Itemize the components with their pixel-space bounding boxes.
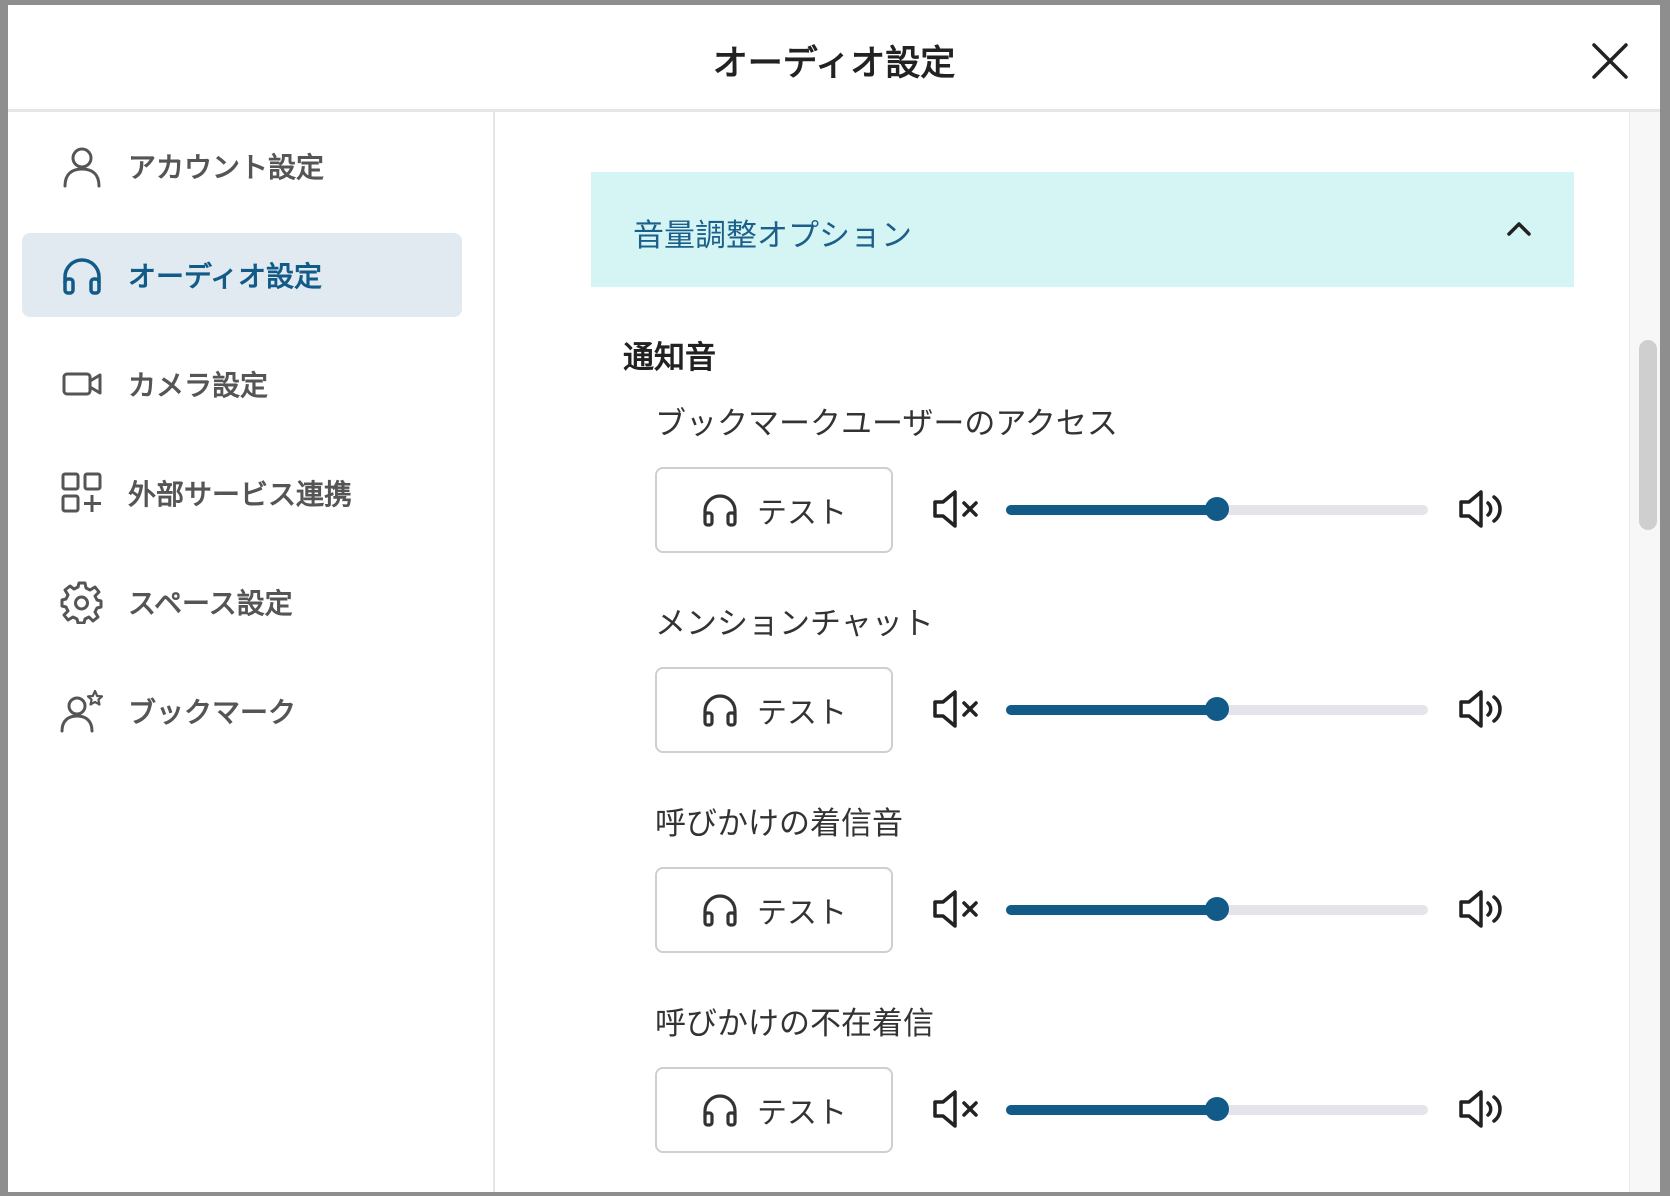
volume-up-icon[interactable]: [1457, 887, 1509, 931]
sound-label: 呼びかけの不在着信: [655, 1006, 934, 1042]
sidebar-item-label: 外部サービス連携: [128, 478, 353, 511]
slider-thumb[interactable]: [1205, 1097, 1229, 1121]
volume-slider[interactable]: [1006, 895, 1428, 925]
headphones-icon: [703, 694, 737, 727]
volume-slider[interactable]: [1006, 495, 1428, 525]
scrollbar[interactable]: [1629, 112, 1660, 1192]
volume-mute-icon[interactable]: [931, 1087, 983, 1131]
headphones-icon: [63, 258, 101, 295]
test-button[interactable]: テスト: [655, 867, 893, 953]
slider-fill: [1006, 505, 1217, 515]
volume-mute-icon[interactable]: [931, 487, 983, 531]
section-title: 通知音: [623, 340, 716, 376]
apps-add-icon: [61, 472, 102, 513]
slider-thumb[interactable]: [1205, 897, 1229, 921]
sidebar-item-account[interactable]: アカウント設定: [22, 124, 462, 208]
sidebar-item-audio[interactable]: オーディオ設定: [22, 233, 462, 317]
settings-sidebar: アカウント設定 オーディオ設定 カメラ設定 外部サービス連携 スペース設定 ブッ…: [8, 112, 495, 1192]
volume-mute-icon[interactable]: [931, 887, 983, 931]
settings-content: 音量調整オプション 通知音 ブックマークユーザーのアクセス テスト メンションチ…: [495, 112, 1630, 1192]
scrollbar-thumb[interactable]: [1639, 340, 1657, 530]
sidebar-item-label: アカウント設定: [128, 151, 325, 184]
sound-label: メンションチャット: [655, 606, 934, 642]
user-star-icon: [60, 689, 104, 733]
accordion-title: 音量調整オプション: [633, 218, 912, 254]
sound-label: ブックマークユーザーのアクセス: [655, 406, 1118, 442]
test-button-label: テスト: [757, 496, 847, 531]
dialog-title: オーディオ設定: [712, 44, 956, 84]
test-button[interactable]: テスト: [655, 467, 893, 553]
chevron-up-icon[interactable]: [1504, 214, 1534, 244]
headphones-icon: [703, 894, 737, 927]
sidebar-item-label: カメラ設定: [128, 369, 269, 402]
headphones-icon: [703, 1094, 737, 1127]
volume-mute-icon[interactable]: [931, 687, 983, 731]
volume-slider[interactable]: [1006, 695, 1428, 725]
test-button[interactable]: テスト: [655, 1067, 893, 1153]
sidebar-item-bookmark[interactable]: ブックマーク: [22, 669, 462, 753]
sidebar-item-label: スペース設定: [128, 587, 293, 620]
user-icon: [63, 147, 101, 188]
test-button-label: テスト: [757, 1096, 847, 1131]
sidebar-item-integrations[interactable]: 外部サービス連携: [22, 451, 462, 535]
test-button[interactable]: テスト: [655, 667, 893, 753]
sidebar-item-label: オーディオ設定: [128, 260, 323, 293]
slider-thumb[interactable]: [1205, 697, 1229, 721]
volume-up-icon[interactable]: [1457, 687, 1509, 731]
sidebar-item-label: ブックマーク: [128, 696, 297, 729]
sidebar-item-space[interactable]: スペース設定: [22, 560, 462, 644]
volume-up-icon[interactable]: [1457, 1087, 1509, 1131]
slider-thumb[interactable]: [1205, 497, 1229, 521]
slider-fill: [1006, 905, 1217, 915]
slider-fill: [1006, 1105, 1217, 1115]
volume-up-icon[interactable]: [1457, 487, 1509, 531]
sound-label: 呼びかけの着信音: [655, 806, 903, 842]
sidebar-item-camera[interactable]: カメラ設定: [22, 342, 462, 426]
audio-settings-dialog: オーディオ設定 アカウント設定 オーディオ設定 カメラ設定 外部サービス連携 ス…: [8, 5, 1660, 1192]
test-button-label: テスト: [757, 696, 847, 731]
volume-slider[interactable]: [1006, 1095, 1428, 1125]
volume-options-accordion[interactable]: 音量調整オプション: [591, 172, 1574, 287]
gear-icon: [60, 581, 103, 624]
headphones-icon: [703, 494, 737, 527]
video-camera-icon: [62, 372, 102, 396]
dialog-header: オーディオ設定: [8, 5, 1660, 112]
close-icon[interactable]: [1586, 37, 1634, 85]
test-button-label: テスト: [757, 896, 847, 931]
slider-fill: [1006, 705, 1217, 715]
